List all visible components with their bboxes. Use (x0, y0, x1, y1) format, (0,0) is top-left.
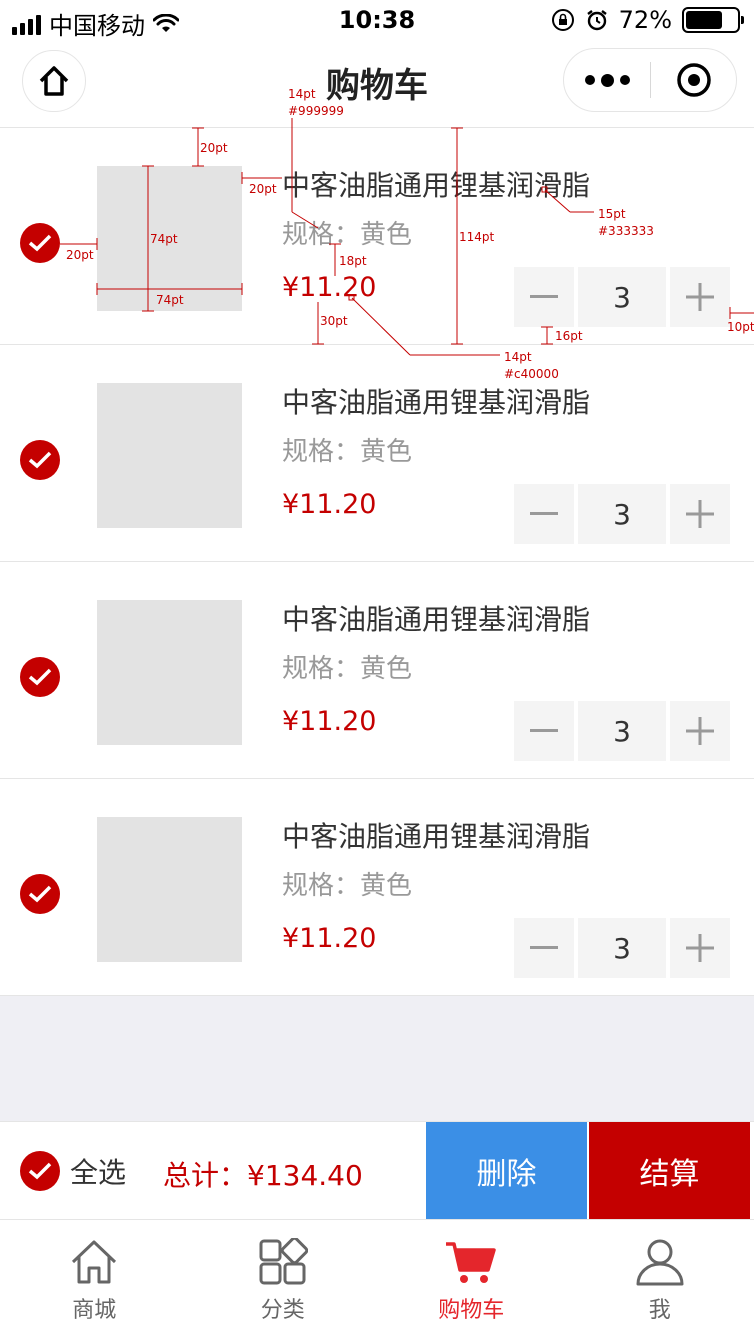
quantity-value[interactable]: 3 (578, 701, 666, 761)
decrease-button[interactable] (514, 484, 574, 544)
dot-icon (619, 75, 630, 85)
increase-button[interactable] (670, 484, 730, 544)
quantity-stepper: 3 (514, 918, 730, 978)
carrier-label: 中国移动 (49, 12, 145, 40)
home-icon (72, 1240, 117, 1284)
category-icon (259, 1238, 308, 1285)
dot-icon (600, 73, 614, 87)
check-icon (28, 668, 52, 686)
status-left: 中国移动 (12, 6, 179, 41)
product-name[interactable]: 中客油脂通用锂基润滑脂 (282, 598, 590, 638)
product-name[interactable]: 中客油脂通用锂基润滑脂 (282, 815, 590, 855)
home-icon (39, 66, 69, 96)
product-spec: 规格：黄色 (282, 220, 413, 250)
item-checkbox[interactable] (20, 440, 60, 480)
tab-label: 商城 (72, 1298, 117, 1323)
cart-item: 中客油脂通用锂基润滑脂 规格：黄色 ¥11.20 3 (0, 345, 754, 562)
status-right: 72% (551, 6, 744, 34)
cart-item: 中客油脂通用锂基润滑脂 规格：黄色 ¥11.20 3 (0, 562, 754, 779)
check-icon (28, 234, 52, 252)
product-price: ¥11.20 (282, 272, 377, 303)
nav-bar: 购物车 (0, 40, 754, 128)
quantity-stepper: 3 (514, 701, 730, 761)
minus-icon (530, 946, 558, 949)
tab-mall[interactable]: 商城 (0, 1220, 189, 1334)
tab-category[interactable]: 分类 (189, 1220, 378, 1334)
increase-button[interactable] (670, 918, 730, 978)
quantity-value[interactable]: 3 (578, 918, 666, 978)
select-all-checkbox[interactable] (20, 1151, 60, 1191)
plus-icon (686, 500, 714, 528)
status-bar: 中国移动 10:38 72% (0, 0, 754, 40)
tab-label: 我 (648, 1298, 671, 1323)
home-button[interactable] (22, 50, 86, 112)
product-price: ¥11.20 (282, 706, 377, 737)
cart-list: 中客油脂通用锂基润滑脂 规格：黄色 ¥11.20 3 中客油脂通用锂基润滑脂 规… (0, 128, 754, 996)
increase-button[interactable] (670, 701, 730, 761)
more-button[interactable] (564, 49, 650, 111)
item-checkbox[interactable] (20, 874, 60, 914)
increase-button[interactable] (670, 267, 730, 327)
decrease-button[interactable] (514, 918, 574, 978)
battery-icon (682, 7, 744, 33)
item-checkbox[interactable] (20, 657, 60, 697)
total-price: 总计：¥134.40 (163, 1159, 363, 1192)
signal-icon (12, 13, 41, 35)
product-image[interactable] (97, 817, 242, 962)
select-all-toggle[interactable]: 全选 (20, 1151, 126, 1191)
tab-cart[interactable]: 购物车 (377, 1220, 566, 1334)
check-icon (28, 885, 52, 903)
close-button[interactable] (651, 49, 736, 111)
product-name[interactable]: 中客油脂通用锂基润滑脂 (282, 381, 590, 421)
tab-bar: 商城 分类 购物车 我 (0, 1219, 754, 1334)
delete-button[interactable]: 删除 (426, 1122, 587, 1220)
product-image[interactable] (97, 383, 242, 528)
tab-me[interactable]: 我 (566, 1220, 754, 1334)
cart-action-bar: 全选 总计：¥134.40 删除 结算 (0, 1121, 754, 1220)
target-close-icon (676, 63, 711, 97)
product-price: ¥11.20 (282, 489, 377, 520)
wifi-icon (153, 13, 179, 32)
product-spec: 规格：黄色 (282, 654, 413, 684)
cart-icon (446, 1242, 496, 1283)
quantity-value[interactable]: 3 (578, 267, 666, 327)
product-price: ¥11.20 (282, 923, 377, 954)
check-icon (28, 451, 52, 469)
cart-item: 中客油脂通用锂基润滑脂 规格：黄色 ¥11.20 3 (0, 779, 754, 996)
item-checkbox[interactable] (20, 223, 60, 263)
decrease-button[interactable] (514, 267, 574, 327)
minus-icon (530, 512, 558, 515)
quantity-stepper: 3 (514, 267, 730, 327)
product-spec: 规格：黄色 (282, 437, 413, 467)
select-all-label: 全选 (70, 1156, 127, 1189)
plus-icon (686, 934, 714, 962)
tab-label: 分类 (260, 1298, 305, 1323)
battery-percent: 72% (618, 6, 672, 34)
product-image[interactable] (97, 600, 242, 745)
product-name[interactable]: 中客油脂通用锂基润滑脂 (282, 164, 590, 204)
checkout-button[interactable]: 结算 (589, 1122, 750, 1220)
product-spec: 规格：黄色 (282, 871, 413, 901)
plus-icon (686, 283, 714, 311)
minus-icon (530, 295, 558, 298)
tab-label: 购物车 (438, 1298, 505, 1323)
minus-icon (530, 729, 558, 732)
plus-icon (686, 717, 714, 745)
mini-program-capsule (563, 48, 737, 112)
cart-item: 中客油脂通用锂基润滑脂 规格：黄色 ¥11.20 3 (0, 128, 754, 345)
dot-icon (584, 75, 595, 85)
rotation-lock-icon (551, 9, 574, 31)
product-image[interactable] (97, 166, 242, 311)
quantity-value[interactable]: 3 (578, 484, 666, 544)
user-icon (636, 1239, 684, 1286)
check-icon (28, 1162, 52, 1180)
quantity-stepper: 3 (514, 484, 730, 544)
alarm-icon (586, 10, 607, 31)
decrease-button[interactable] (514, 701, 574, 761)
